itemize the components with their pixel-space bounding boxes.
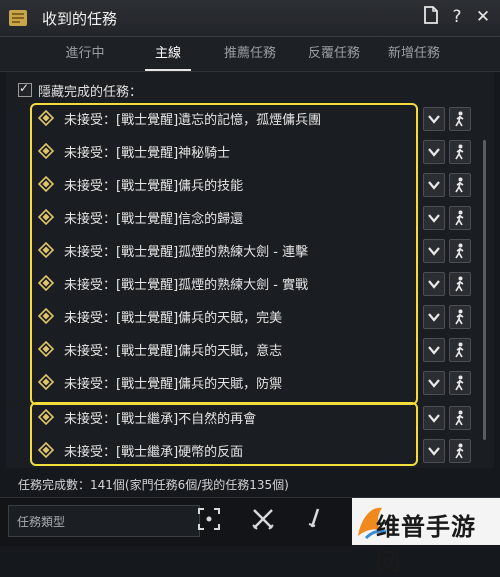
close-icon[interactable]: ✕: [472, 6, 494, 28]
auto-navigate-button[interactable]: [449, 239, 471, 263]
walking-figure-icon: [455, 375, 464, 391]
crossed-swords-icon[interactable]: [250, 506, 276, 532]
auto-navigate-button[interactable]: [449, 439, 471, 463]
watermark-text: 维普手游网: [376, 513, 476, 576]
auto-navigate-button[interactable]: [449, 305, 471, 329]
auto-navigate-button[interactable]: [449, 107, 471, 131]
chevron-down-icon: [428, 313, 440, 322]
checkbox[interactable]: [18, 81, 32, 97]
auto-navigate-button[interactable]: [449, 206, 471, 230]
hide-completed-label: 隱藏完成的任務：: [38, 84, 143, 100]
walking-figure-icon: [455, 443, 464, 459]
quest-title: 未接受：[戰士繼承]硬幣的反面: [64, 444, 244, 460]
quest-diamond-icon: [38, 442, 54, 458]
quest-title: 未接受：[戰士繼承]不自然的再會: [64, 411, 257, 427]
quest-diamond-icon: [38, 341, 54, 357]
walking-figure-icon: [455, 111, 464, 127]
expand-button[interactable]: [423, 239, 445, 263]
chevron-down-icon: [428, 148, 440, 157]
chevron-down-icon: [428, 346, 440, 355]
quest-title: 未接受：[戰士覺醒]神秘騎士: [64, 145, 231, 161]
help-icon[interactable]: ?: [446, 6, 468, 28]
walking-figure-icon: [455, 210, 464, 226]
expand-button[interactable]: [423, 371, 445, 395]
auto-navigate-button[interactable]: [449, 140, 471, 164]
quest-title: 未接受：[戰士覺醒]傭兵的技能: [64, 178, 244, 194]
chevron-down-icon: [428, 181, 440, 190]
quest-title: 未接受：[戰士覺醒]孤煙的熟練大劍 - 實戰: [64, 277, 309, 293]
quest-diamond-icon: [38, 176, 54, 192]
tab-new[interactable]: 新增任務: [376, 37, 452, 71]
tab-bar: 進行中 主線 推薦任務 反覆任務 新增任務: [0, 37, 500, 72]
walking-figure-icon: [455, 177, 464, 193]
quest-title: 未接受：[戰士覺醒]傭兵的天賦，防禦: [64, 376, 283, 392]
chevron-down-icon: [428, 414, 440, 423]
walking-figure-icon: [455, 342, 464, 358]
quest-row[interactable]: 未接受：[戰士繼承]不自然的再會: [38, 403, 414, 431]
quest-row[interactable]: 未接受：[戰士繼承]硬幣的反面: [38, 436, 414, 464]
auto-navigate-button[interactable]: [449, 338, 471, 362]
sword-icon[interactable]: [302, 506, 328, 532]
quest-title: 未接受：[戰士覺醒]信念的歸還: [64, 211, 244, 227]
target-frame-icon[interactable]: [196, 506, 222, 532]
expand-button[interactable]: [423, 305, 445, 329]
quest-diamond-icon: [38, 409, 54, 425]
quest-title: 未接受：[戰士覺醒]遺忘的記憶，孤煙傭兵團: [64, 112, 322, 128]
expand-button[interactable]: [423, 338, 445, 362]
walking-figure-icon: [455, 309, 464, 325]
quest-row[interactable]: 未接受：[戰士覺醒]遺忘的記憶，孤煙傭兵團: [38, 104, 414, 132]
hide-completed-checkbox[interactable]: 隱藏完成的任務：: [18, 80, 142, 100]
quest-type-field[interactable]: 任務類型: [8, 505, 200, 537]
quest-title: 未接受：[戰士覺醒]傭兵的天賦，意志: [64, 343, 283, 359]
quest-type-label: 任務類型: [17, 515, 66, 529]
expand-button[interactable]: [423, 107, 445, 131]
auto-navigate-button[interactable]: [449, 272, 471, 296]
quest-diamond-icon: [38, 143, 54, 159]
expand-button[interactable]: [423, 272, 445, 296]
quest-diamond-icon: [38, 275, 54, 291]
walking-figure-icon: [455, 144, 464, 160]
tab-recommended[interactable]: 推薦任務: [212, 37, 288, 71]
chevron-down-icon: [428, 247, 440, 256]
expand-button[interactable]: [423, 140, 445, 164]
expand-button[interactable]: [423, 439, 445, 463]
quest-diamond-icon: [38, 110, 54, 126]
auto-navigate-button[interactable]: [449, 406, 471, 430]
quest-diamond-icon: [38, 308, 54, 324]
quest-row[interactable]: 未接受：[戰士覺醒]傭兵的天賦，防禦: [38, 368, 414, 396]
quest-diamond-icon: [38, 242, 54, 258]
quest-row[interactable]: 未接受：[戰士覺醒]神秘騎士: [38, 137, 414, 165]
quest-title: 未接受：[戰士覺醒]傭兵的天賦，完美: [64, 310, 283, 326]
document-icon[interactable]: [420, 6, 442, 28]
quest-row[interactable]: 未接受：[戰士覺醒]傭兵的天賦，意志: [38, 335, 414, 363]
quest-row[interactable]: 未接受：[戰士覺醒]孤煙的熟練大劍 - 連擊: [38, 236, 414, 264]
quest-row[interactable]: 未接受：[戰士覺醒]孤煙的熟練大劍 - 實戰: [38, 269, 414, 297]
tab-in-progress[interactable]: 進行中: [50, 37, 120, 71]
quest-completion-summary: 任務完成數：141個(家門任務6個/我的任務135個): [18, 478, 289, 492]
auto-navigate-button[interactable]: [449, 371, 471, 395]
walking-figure-icon: [455, 276, 464, 292]
quest-row[interactable]: 未接受：[戰士覺醒]信念的歸還: [38, 203, 414, 231]
tab-repeatable[interactable]: 反覆任務: [296, 37, 372, 71]
tab-main-story[interactable]: 主線: [135, 37, 201, 71]
quest-row[interactable]: 未接受：[戰士覺醒]傭兵的天賦，完美: [38, 302, 414, 330]
quest-diamond-icon: [38, 374, 54, 390]
quest-diamond-icon: [38, 209, 54, 225]
walking-figure-icon: [455, 410, 464, 426]
expand-button[interactable]: [423, 173, 445, 197]
chevron-down-icon: [428, 115, 440, 124]
window-title: 收到的任務: [42, 10, 118, 28]
chevron-down-icon: [428, 447, 440, 456]
walking-figure-icon: [455, 243, 464, 259]
chevron-down-icon: [428, 214, 440, 223]
auto-navigate-button[interactable]: [449, 173, 471, 197]
chevron-down-icon: [428, 379, 440, 388]
expand-button[interactable]: [423, 206, 445, 230]
app-logo-icon: [9, 10, 27, 26]
chevron-down-icon: [428, 280, 440, 289]
scrollbar[interactable]: [483, 140, 486, 440]
quest-title: 未接受：[戰士覺醒]孤煙的熟練大劍 - 連擊: [64, 244, 309, 260]
expand-button[interactable]: [423, 406, 445, 430]
quest-row[interactable]: 未接受：[戰士覺醒]傭兵的技能: [38, 170, 414, 198]
